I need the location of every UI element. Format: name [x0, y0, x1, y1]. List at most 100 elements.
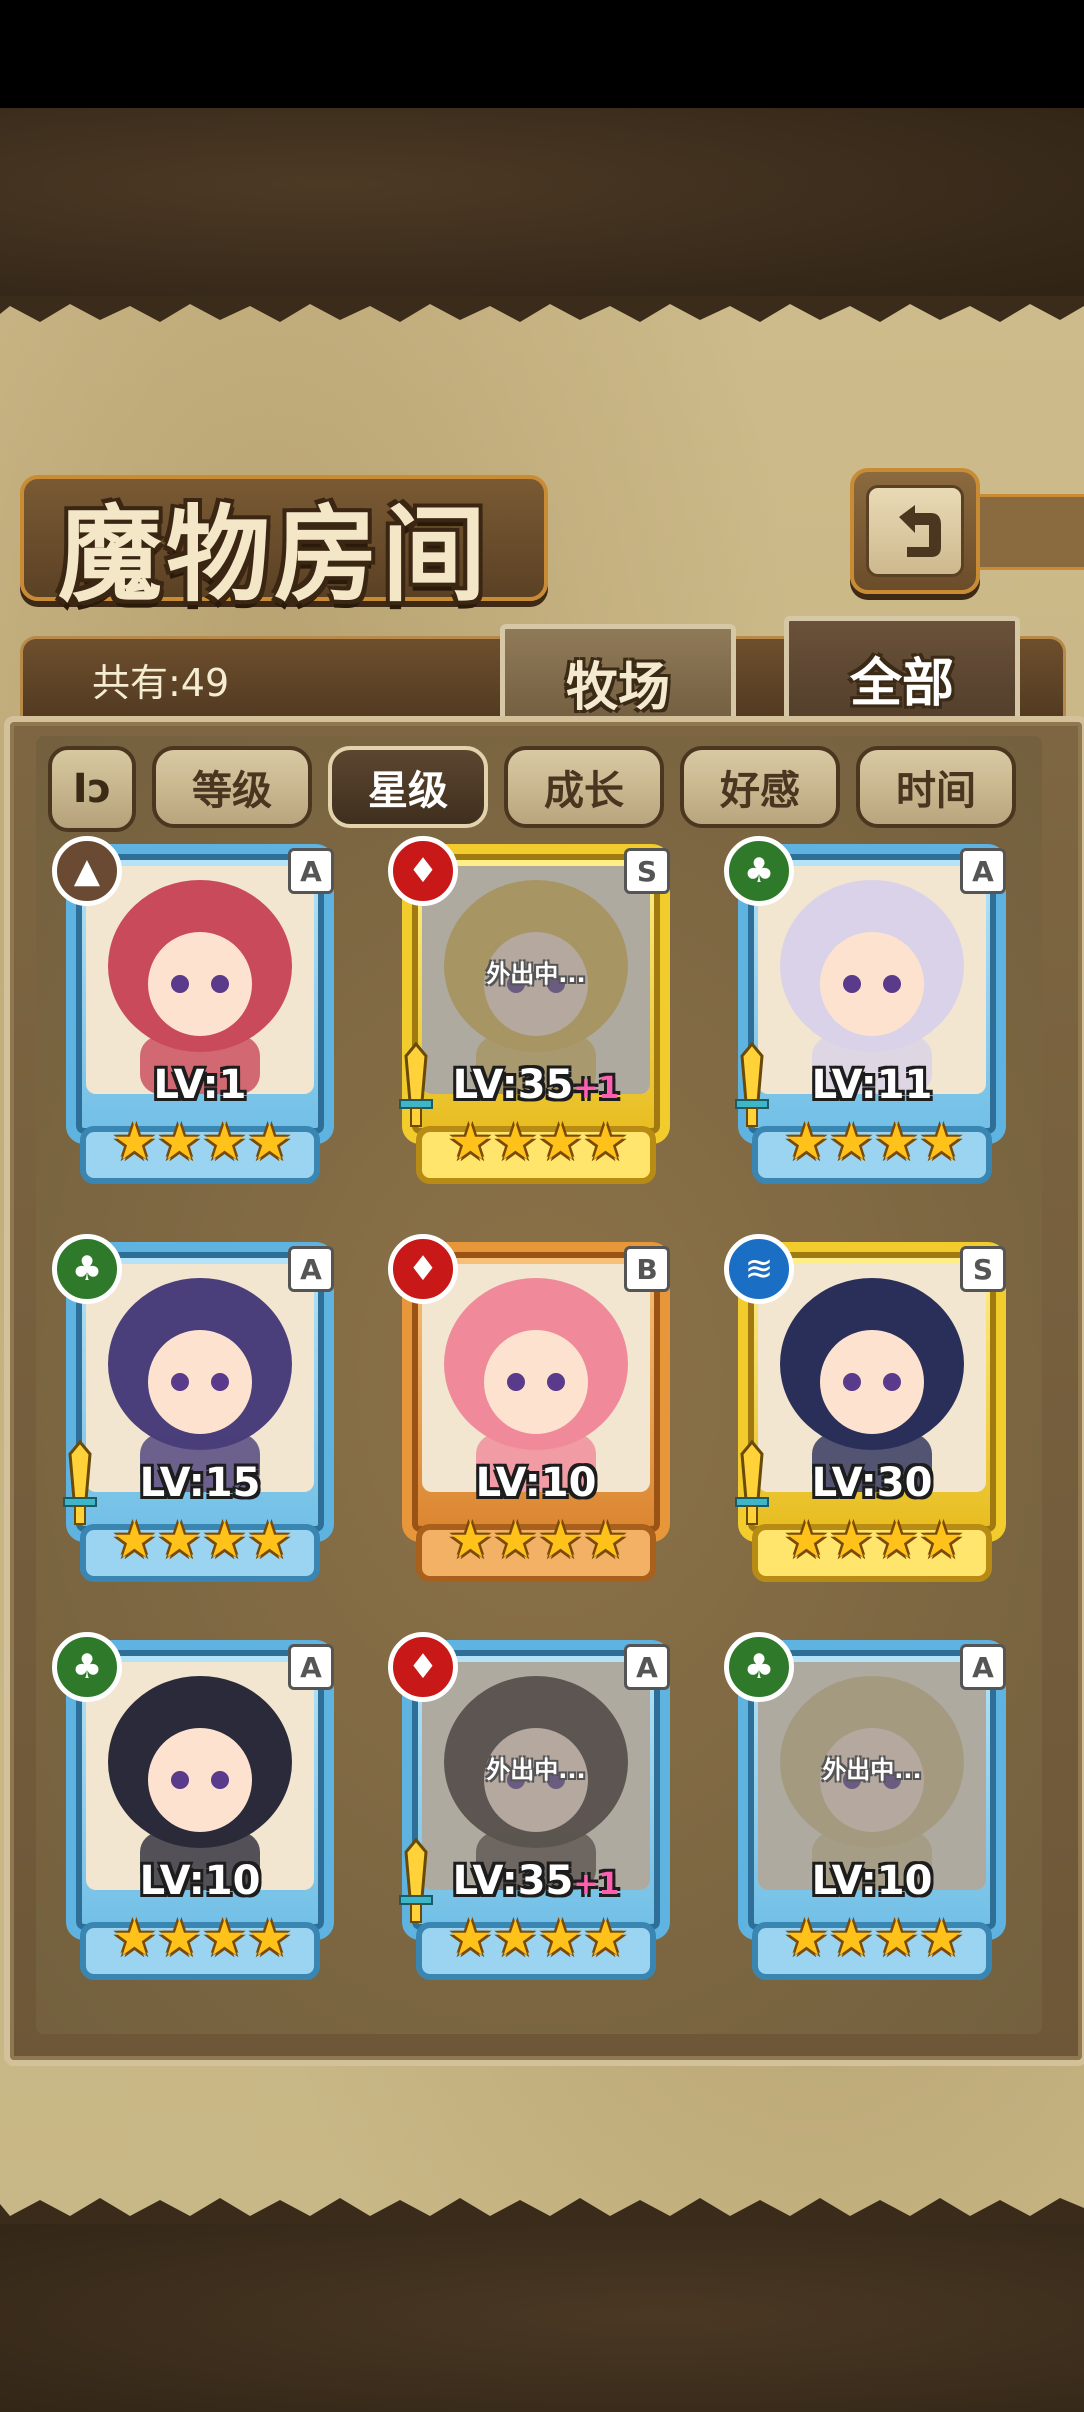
star-icon: ★ [874, 1909, 919, 1967]
star-icon: ★ [448, 1511, 493, 1569]
nature-element-icon: ♣ [724, 1632, 794, 1702]
map-background-bottom [0, 2220, 1084, 2412]
star-icon: ★ [919, 1113, 964, 1171]
star-icon: ★ [538, 1113, 583, 1171]
monster-portrait [758, 866, 986, 1094]
back-arrow-icon [866, 485, 964, 577]
star-icon: ★ [538, 1909, 583, 1967]
level-text: LV:30 [811, 1460, 933, 1506]
monster-level: LV:10 [52, 1858, 348, 1904]
monster-level: LV:35+1 [388, 1858, 684, 1904]
star-icon: ★ [493, 1113, 538, 1171]
rank-badge: A [288, 1246, 334, 1292]
status-bar [0, 0, 1084, 108]
level-text: LV:10 [475, 1460, 597, 1506]
star-icon: ★ [538, 1511, 583, 1569]
monster-card[interactable]: ♣ A LV:10 ★ ★ ★ ★ [52, 1632, 348, 1992]
star-rating: ★ ★ ★ ★ [448, 1908, 628, 1968]
star-icon: ★ [784, 1511, 829, 1569]
level-text: LV:35 [452, 1858, 574, 1904]
star-rating: ★ ★ ★ ★ [784, 1908, 964, 1968]
star-icon: ★ [829, 1909, 874, 1967]
star-icon: ★ [919, 1511, 964, 1569]
fire-element-icon: ♦ [388, 1632, 458, 1702]
monster-card[interactable]: ♣ A LV:11 ★ ★ ★ ★ [724, 836, 1020, 1196]
star-icon: ★ [247, 1909, 292, 1967]
level-text: LV:35 [452, 1062, 574, 1108]
nature-element-icon: ♣ [724, 836, 794, 906]
monster-level: LV:35+1 [388, 1062, 684, 1108]
star-rating: ★ ★ ★ ★ [112, 1908, 292, 1968]
torn-edge-bottom [0, 2198, 1084, 2224]
rank-badge: A [960, 848, 1006, 894]
sort-button-1[interactable]: 等级 [152, 746, 312, 828]
star-icon: ★ [112, 1511, 157, 1569]
monster-level: LV:30 [724, 1460, 1020, 1506]
monster-card[interactable]: ▲ A LV:1 ★ ★ ★ ★ [52, 836, 348, 1196]
star-icon: ★ [493, 1909, 538, 1967]
rank-badge: A [288, 1644, 334, 1690]
monster-level: LV:1 [52, 1062, 348, 1108]
monster-level: LV:10 [724, 1858, 1020, 1904]
monster-card[interactable]: 外出中... ♦ A LV:35+1 ★ ★ ★ ★ [388, 1632, 684, 1992]
back-rail [972, 494, 1084, 570]
away-status: 外出中... [486, 960, 586, 988]
rank-badge: A [288, 848, 334, 894]
rank-badge: B [624, 1246, 670, 1292]
monster-card[interactable]: 外出中... ♦ S LV:35+1 ★ ★ ★ ★ [388, 836, 684, 1196]
monster-portrait [758, 1264, 986, 1492]
torn-edge-top [0, 296, 1084, 322]
earth-element-icon: ▲ [52, 836, 122, 906]
star-icon: ★ [829, 1511, 874, 1569]
rank-badge: S [624, 848, 670, 894]
monster-card[interactable]: ≋ S LV:30 ★ ★ ★ ★ [724, 1234, 1020, 1594]
star-icon: ★ [448, 1909, 493, 1967]
back-button[interactable] [850, 468, 980, 594]
sort-order-icon: Iↄ [72, 766, 112, 812]
star-rating: ★ ★ ★ ★ [784, 1112, 964, 1172]
star-icon: ★ [583, 1113, 628, 1171]
star-rating: ★ ★ ★ ★ [448, 1112, 628, 1172]
star-icon: ★ [874, 1511, 919, 1569]
map-background-top [0, 108, 1084, 298]
monster-portrait [86, 1264, 314, 1492]
star-icon: ★ [157, 1113, 202, 1171]
away-status: 外出中... [486, 1756, 586, 1784]
monster-card[interactable]: ♣ A LV:15 ★ ★ ★ ★ [52, 1234, 348, 1594]
level-text: LV:10 [811, 1858, 933, 1904]
monster-level: LV:11 [724, 1062, 1020, 1108]
sort-button-2[interactable]: 星级 [328, 746, 488, 828]
level-text: LV:15 [139, 1460, 261, 1506]
monster-level: LV:15 [52, 1460, 348, 1506]
page-title: 魔物房间 [58, 493, 491, 616]
star-icon: ★ [919, 1909, 964, 1967]
level-text: LV:1 [153, 1062, 247, 1108]
sort-button-4[interactable]: 好感 [680, 746, 840, 828]
star-icon: ★ [202, 1909, 247, 1967]
star-icon: ★ [583, 1511, 628, 1569]
star-icon: ★ [784, 1909, 829, 1967]
monster-portrait [422, 1264, 650, 1492]
star-rating: ★ ★ ★ ★ [112, 1112, 292, 1172]
star-icon: ★ [112, 1113, 157, 1171]
monster-portrait [86, 866, 314, 1094]
nature-element-icon: ♣ [52, 1632, 122, 1702]
monster-card[interactable]: 外出中... ♣ A LV:10 ★ ★ ★ ★ [724, 1632, 1020, 1992]
star-icon: ★ [448, 1113, 493, 1171]
level-bonus: +1 [573, 1071, 620, 1106]
sort-button-5[interactable]: 时间 [856, 746, 1016, 828]
star-rating: ★ ★ ★ ★ [112, 1510, 292, 1570]
sort-button-3[interactable]: 成长 [504, 746, 664, 828]
monster-level: LV:10 [388, 1460, 684, 1506]
fire-element-icon: ♦ [388, 1234, 458, 1304]
sort-order-toggle[interactable]: Iↄ [48, 746, 136, 832]
monster-card[interactable]: ♦ B LV:10 ★ ★ ★ ★ [388, 1234, 684, 1594]
star-icon: ★ [784, 1113, 829, 1171]
star-icon: ★ [202, 1511, 247, 1569]
star-icon: ★ [202, 1113, 247, 1171]
away-status: 外出中... [822, 1756, 922, 1784]
fire-element-icon: ♦ [388, 836, 458, 906]
star-icon: ★ [112, 1909, 157, 1967]
star-rating: ★ ★ ★ ★ [448, 1510, 628, 1570]
star-icon: ★ [247, 1511, 292, 1569]
